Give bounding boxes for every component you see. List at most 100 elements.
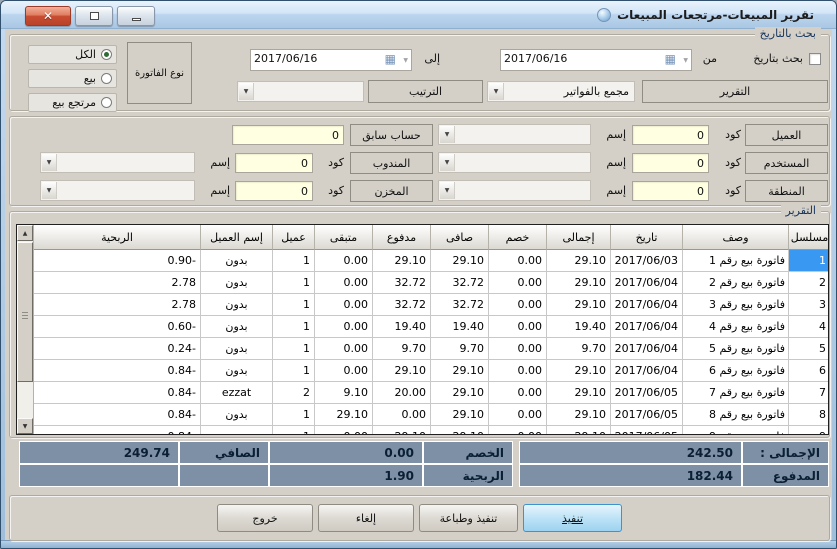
chevron-down-icon[interactable]: ▼ <box>440 182 455 199</box>
table-row[interactable]: 5فاتورة بيع رقم 52017/06/049.700.009.709… <box>34 338 829 360</box>
table-cell[interactable]: 8 <box>788 404 829 426</box>
table-cell[interactable]: 1 <box>272 272 314 294</box>
table-cell[interactable]: 1 <box>788 250 829 272</box>
table-cell[interactable]: بدون <box>200 404 272 426</box>
column-header[interactable]: الربحية <box>34 225 200 250</box>
execute-print-button[interactable]: تنفيذ وطباعة <box>419 504 518 532</box>
representative-name-select[interactable]: ▼ <box>40 152 195 173</box>
table-row[interactable]: 3فاتورة بيع رقم 32017/06/0429.100.0032.7… <box>34 294 829 316</box>
table-cell[interactable]: 29.10 <box>546 382 610 404</box>
table-cell[interactable]: 2017/06/04 <box>610 294 682 316</box>
column-header[interactable]: عميل <box>272 225 314 250</box>
table-cell[interactable]: بدون <box>200 338 272 360</box>
invoice-type-radio[interactable]: بيع <box>28 69 117 88</box>
table-cell[interactable]: 29.10 <box>314 404 372 426</box>
table-cell[interactable]: 6 <box>788 360 829 382</box>
scrollbar-thumb[interactable] <box>17 242 33 382</box>
table-cell[interactable]: 1 <box>272 294 314 316</box>
table-cell[interactable]: فاتورة بيع رقم 4 <box>682 316 788 338</box>
table-cell[interactable]: 29.10 <box>372 360 430 382</box>
from-date-picker[interactable]: ▦ ▼ <box>500 49 692 71</box>
table-cell[interactable]: 0.00 <box>314 294 372 316</box>
table-cell[interactable]: 0.84- <box>34 360 200 382</box>
chevron-down-icon[interactable]: ▼ <box>42 182 57 199</box>
table-cell[interactable]: 19.40 <box>372 316 430 338</box>
table-cell[interactable]: 29.10 <box>546 404 610 426</box>
table-cell[interactable]: 0.84- <box>34 382 200 404</box>
table-cell[interactable]: 2017/06/05 <box>610 426 682 435</box>
table-cell[interactable]: بدون <box>200 272 272 294</box>
cancel-button[interactable]: إلغاء <box>318 504 414 532</box>
table-cell[interactable]: 9.70 <box>430 338 488 360</box>
table-cell[interactable]: 0.00 <box>314 338 372 360</box>
maximize-button[interactable] <box>75 6 113 26</box>
table-cell[interactable]: 2 <box>272 382 314 404</box>
to-date-input[interactable] <box>254 52 376 65</box>
table-cell[interactable]: 29.10 <box>546 250 610 272</box>
invoice-type-radio[interactable]: مرتجع بيع <box>28 93 117 112</box>
column-header[interactable]: خصم <box>488 225 546 250</box>
client-name-select[interactable]: ▼ <box>438 124 591 145</box>
table-cell[interactable]: 32.72 <box>372 294 430 316</box>
table-row[interactable]: 8فاتورة بيع رقم 82017/06/0529.100.0029.1… <box>34 404 829 426</box>
table-cell[interactable]: بدون <box>200 250 272 272</box>
table-cell[interactable]: فاتورة بيع رقم 6 <box>682 360 788 382</box>
table-cell[interactable]: 2 <box>788 272 829 294</box>
table-cell[interactable]: فاتورة بيع رقم 1 <box>682 250 788 272</box>
table-cell[interactable]: 29.10 <box>546 360 610 382</box>
table-row[interactable]: 9فاتورة بيع رقم 92017/06/0529.100.0029.1… <box>34 426 829 435</box>
chevron-down-icon[interactable]: ▼ <box>42 154 57 171</box>
table-cell[interactable]: 1 <box>272 316 314 338</box>
table-cell[interactable]: 32.72 <box>372 272 430 294</box>
table-cell[interactable]: فاتورة بيع رقم 9 <box>682 426 788 435</box>
table-cell[interactable]: 29.10 <box>430 382 488 404</box>
previous-account-input[interactable] <box>232 125 344 145</box>
table-cell[interactable]: 2017/06/05 <box>610 382 682 404</box>
warehouse-code-input[interactable] <box>235 181 313 201</box>
from-date-input[interactable] <box>504 52 656 65</box>
table-cell[interactable]: فاتورة بيع رقم 2 <box>682 272 788 294</box>
chevron-down-icon[interactable]: ▼ <box>440 154 455 171</box>
table-cell[interactable]: بدون <box>200 360 272 382</box>
table-cell[interactable]: 29.10 <box>372 250 430 272</box>
table-cell[interactable]: 0.00 <box>488 338 546 360</box>
report-type-button[interactable]: التقرير <box>642 80 828 103</box>
column-header[interactable]: إجمالى <box>546 225 610 250</box>
table-cell[interactable]: 0.00 <box>314 272 372 294</box>
table-cell[interactable]: ezzat <box>200 382 272 404</box>
table-cell[interactable]: 2017/06/04 <box>610 360 682 382</box>
table-cell[interactable]: 2017/06/03 <box>610 250 682 272</box>
table-cell[interactable]: 7 <box>788 382 829 404</box>
to-date-picker[interactable]: ▦ ▼ <box>250 49 412 71</box>
table-cell[interactable]: 0.24- <box>34 338 200 360</box>
table-cell[interactable]: 29.10 <box>430 404 488 426</box>
table-cell[interactable]: 2.78 <box>34 272 200 294</box>
table-cell[interactable]: 9.10 <box>314 382 372 404</box>
search-by-date-checkbox[interactable] <box>809 53 821 65</box>
column-header[interactable]: مدفوع <box>372 225 430 250</box>
table-cell[interactable]: 19.40 <box>546 316 610 338</box>
representative-button[interactable]: المندوب <box>350 152 433 174</box>
table-row[interactable]: 1فاتورة بيع رقم 12017/06/0329.100.0029.1… <box>34 250 829 272</box>
client-code-input[interactable] <box>632 125 709 145</box>
user-button[interactable]: المستخدم <box>745 152 828 174</box>
table-cell[interactable]: فاتورة بيع رقم 8 <box>682 404 788 426</box>
table-cell[interactable]: 1 <box>272 360 314 382</box>
table-cell[interactable]: 29.10 <box>546 294 610 316</box>
table-row[interactable]: 4فاتورة بيع رقم 42017/06/0419.400.0019.4… <box>34 316 829 338</box>
warehouse-button[interactable]: المخزن <box>350 180 433 202</box>
table-cell[interactable]: 2.78 <box>34 294 200 316</box>
table-cell[interactable]: 0.00 <box>488 316 546 338</box>
column-header[interactable]: إسم العميل <box>200 225 272 250</box>
representative-code-input[interactable] <box>235 153 313 173</box>
table-cell[interactable]: 0.00 <box>372 404 430 426</box>
table-cell[interactable]: بدون <box>200 316 272 338</box>
order-button[interactable]: الترتيب <box>368 80 483 103</box>
table-cell[interactable]: 29.10 <box>430 360 488 382</box>
table-cell[interactable]: 29.10 <box>546 426 610 435</box>
table-cell[interactable]: 0.00 <box>488 360 546 382</box>
table-cell[interactable]: فاتورة بيع رقم 5 <box>682 338 788 360</box>
table-cell[interactable]: 5 <box>788 338 829 360</box>
table-row[interactable]: 2فاتورة بيع رقم 22017/06/0429.100.0032.7… <box>34 272 829 294</box>
column-header[interactable]: مسلسل <box>788 225 829 250</box>
